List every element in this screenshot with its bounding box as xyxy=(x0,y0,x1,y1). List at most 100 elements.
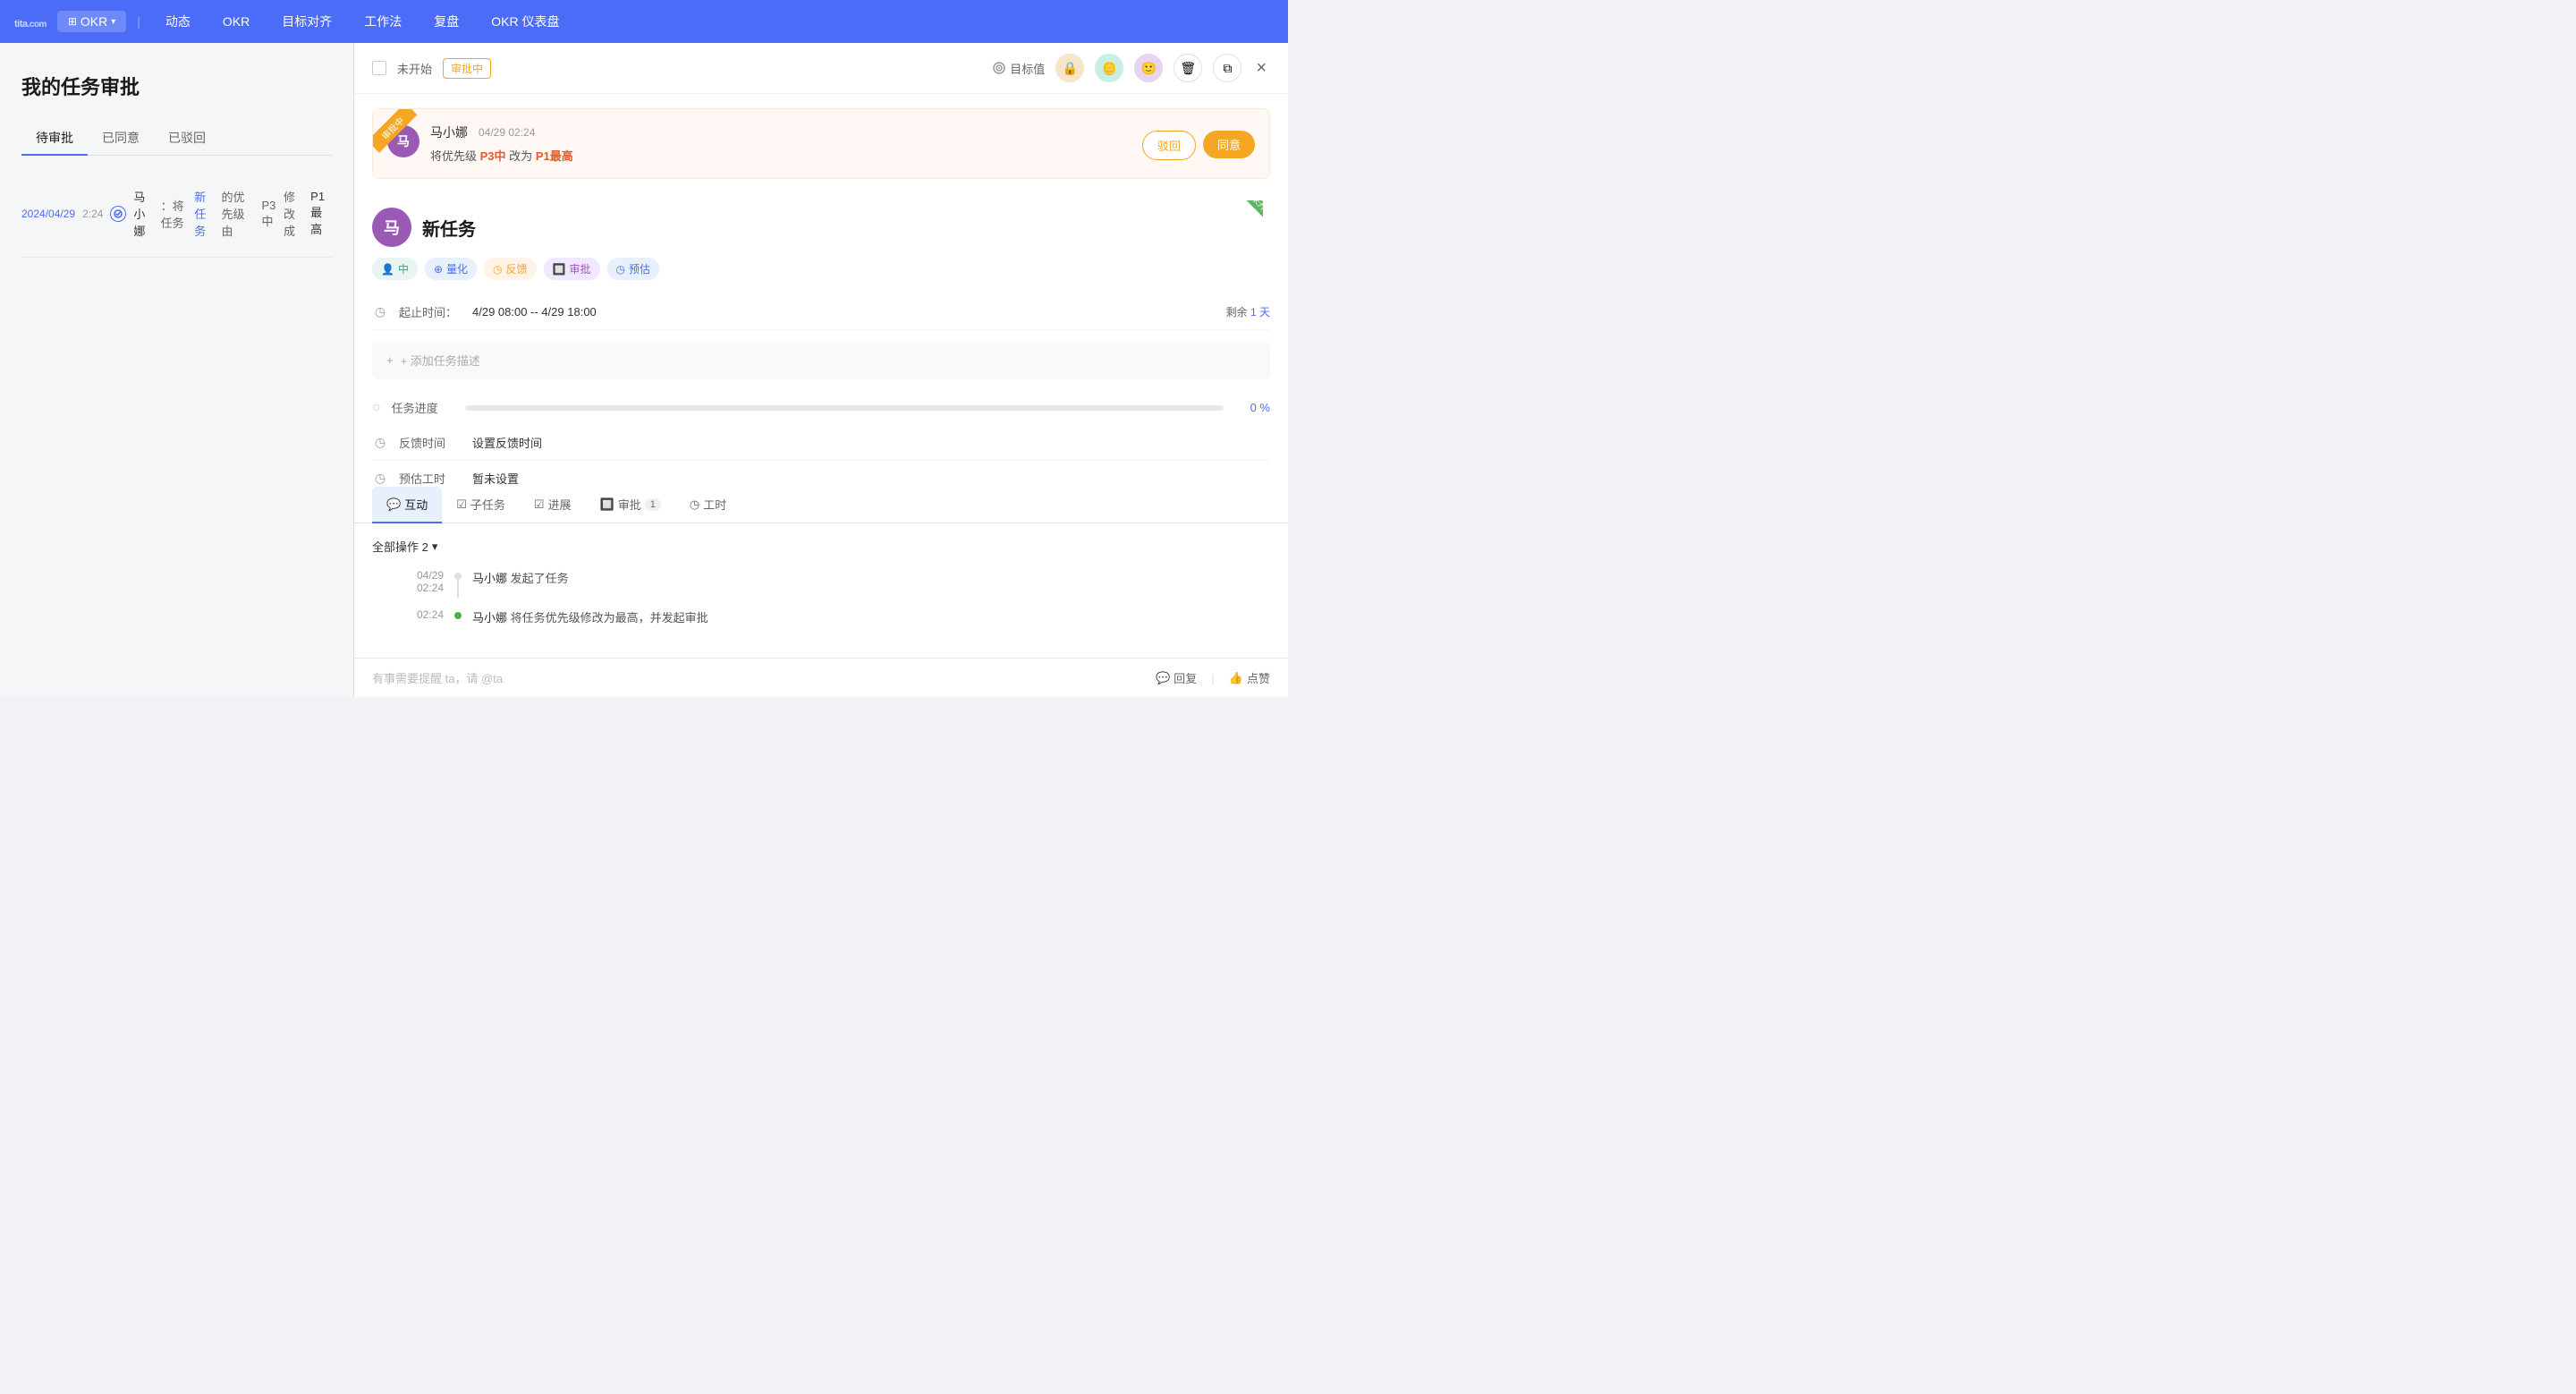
tab-rejected[interactable]: 已驳回 xyxy=(154,122,220,156)
chat-icon: 💬 xyxy=(386,497,401,512)
btab-interaction[interactable]: 💬 互动 xyxy=(372,487,442,523)
approve-button[interactable]: 同意 xyxy=(1203,131,1255,158)
progress-row: ○ 任务进度 0 % xyxy=(372,390,1270,425)
nav-item-okr[interactable]: OKR xyxy=(208,11,264,32)
reply-button[interactable]: 💬 回复 xyxy=(1156,669,1197,686)
estimate-label: 预估工时 xyxy=(399,470,462,487)
time-value[interactable]: 4/29 08:00 -- 4/29 18:00 xyxy=(472,305,597,319)
log-date-2: 02:24 xyxy=(372,608,444,633)
progress-icon: ○ xyxy=(372,400,381,416)
status-badge-review: 审批中 xyxy=(443,58,491,79)
tag-feedback[interactable]: ◷ 反馈 xyxy=(484,258,537,280)
activity-status-icon xyxy=(110,206,126,222)
log-dot-2 xyxy=(454,612,462,619)
nav-item-dashboard[interactable]: OKR 仪表盘 xyxy=(477,9,573,34)
activity-from: P3中 xyxy=(261,199,275,229)
feedback-label: 反馈时间 xyxy=(399,434,462,451)
task-detail: 马 新任务 未开始 👤 中 ⊕ 量化 ◷ 反馈 xyxy=(354,193,1288,487)
status-not-started-label: 未开始 xyxy=(397,60,432,77)
nav-item-review[interactable]: 复盘 xyxy=(419,9,473,34)
tag-estimate[interactable]: ◷ 预估 xyxy=(607,258,660,280)
tag-feedback-icon: ◷ xyxy=(493,263,502,276)
review-actions: 驳回 同意 xyxy=(1142,131,1255,160)
progress-bar-background[interactable] xyxy=(465,405,1224,411)
like-icon: 👍 xyxy=(1229,671,1243,685)
header: tita.com ⊞ OKR ▾ | 动态 OKR 目标对齐 工作法 复盘 OK… xyxy=(0,0,1288,43)
approval-count-badge: 1 xyxy=(645,498,661,511)
plus-icon: + xyxy=(386,353,394,367)
subtask-icon: ☑ xyxy=(456,497,467,512)
review-banner: 审批中 xyxy=(373,109,419,156)
task-header: 马 新任务 未开始 xyxy=(372,193,1270,258)
review-content: 马小娜 04/29 02:24 将优先级 P3中 改为 P1最高 xyxy=(430,123,1142,164)
log-dot-col-2 xyxy=(454,608,462,633)
copy-button[interactable]: ⧉ xyxy=(1213,54,1241,82)
btab-approval[interactable]: 🔲 审批 1 xyxy=(586,487,675,523)
toolbar: 目标值 🔒 🪙 🙂 🗑 ⧉ × xyxy=(992,54,1270,82)
time-label: 起止时间： xyxy=(399,303,462,320)
feedback-value[interactable]: 设置反馈时间 xyxy=(472,434,542,451)
clock-icon: ◷ xyxy=(372,304,388,320)
estimate-value[interactable]: 暂未设置 xyxy=(472,470,519,487)
activity-task-link[interactable]: 新任务 xyxy=(194,188,214,239)
like-button[interactable]: 👍 点赞 xyxy=(1229,669,1270,686)
review-card: 审批中 马 马小娜 04/29 02:24 将优先级 P3中 改为 P1最高 驳… xyxy=(372,108,1270,179)
activity-to: P1最高 xyxy=(310,190,332,237)
log-date-1: 04/29 02:24 xyxy=(372,569,444,598)
nav-item-alignment[interactable]: 目标对齐 xyxy=(267,9,346,34)
okr-dropdown-button[interactable]: ⊞ OKR ▾ xyxy=(57,11,126,32)
logo: tita.com xyxy=(14,12,47,32)
all-operations-toggle[interactable]: 全部操作 2 ▾ xyxy=(372,538,1270,555)
btab-subtask[interactable]: ☑ 子任务 xyxy=(442,487,520,523)
coin-button[interactable]: 🪙 xyxy=(1095,54,1123,82)
tab-bar: 待审批 已同意 已驳回 xyxy=(21,122,332,156)
close-button[interactable]: × xyxy=(1252,55,1270,82)
task-tags: 👤 中 ⊕ 量化 ◷ 反馈 🔲 审批 ◷ 预估 xyxy=(372,258,1270,280)
target-value-label[interactable]: 目标值 xyxy=(992,60,1045,77)
trash-button[interactable]: 🗑 xyxy=(1174,54,1202,82)
tab-approved[interactable]: 已同意 xyxy=(88,122,154,156)
task-title: 新任务 xyxy=(422,215,476,241)
activity-date: 2024/04/29 xyxy=(21,208,75,220)
review-meta: 马小娜 04/29 02:24 xyxy=(430,123,1142,141)
bottom-actions: 💬 回复 | 👍 点赞 xyxy=(1156,669,1270,686)
btab-progress[interactable]: ☑ 进展 xyxy=(520,487,586,523)
add-description-button[interactable]: + + 添加任务描述 xyxy=(372,341,1270,379)
comment-input[interactable]: 有事需要提醒 ta，请 @ta xyxy=(372,669,1156,686)
btab-workhours[interactable]: ◷ 工时 xyxy=(675,487,741,523)
feedback-clock-icon: ◷ xyxy=(372,435,388,451)
feedback-row: ◷ 反馈时间 设置反馈时间 xyxy=(372,425,1270,461)
status-area: 未开始 审批中 xyxy=(372,58,491,79)
face-button[interactable]: 🙂 xyxy=(1134,54,1163,82)
tag-quantify-icon: ⊕ xyxy=(434,263,443,276)
tag-quantify[interactable]: ⊕ 量化 xyxy=(425,258,477,280)
lock-button[interactable]: 🔒 xyxy=(1055,54,1084,82)
activity-change-mid: 修改成 xyxy=(284,188,303,239)
workhours-icon: ◷ xyxy=(690,497,699,512)
bottom-divider: | xyxy=(1211,671,1215,685)
right-panel: 未开始 审批中 目标值 🔒 🪙 🙂 🗑 ⧉ × 审批中 马 xyxy=(353,43,1288,697)
tag-review-icon: 🔲 xyxy=(553,263,566,276)
status-checkbox[interactable] xyxy=(372,61,386,75)
task-avatar: 马 xyxy=(372,208,411,247)
remaining-value: 剩余 1 天 xyxy=(1226,304,1270,319)
nav-item-workmethod[interactable]: 工作法 xyxy=(350,9,416,34)
log-dot-1 xyxy=(454,573,462,580)
activity-row[interactable]: 2024/04/29 2:24 马小娜 ：将任务 新任务 的优先级由 P3中 修… xyxy=(21,177,332,250)
tag-review[interactable]: 🔲 审批 xyxy=(544,258,600,280)
nav-item-activity[interactable]: 动态 xyxy=(151,9,205,34)
log-content-1: 马小娜 发起了任务 xyxy=(472,569,1270,598)
divider xyxy=(21,257,332,258)
left-panel: 我的任务审批 待审批 已同意 已驳回 2024/04/29 2:24 马小娜 ：… xyxy=(0,43,353,697)
nav-separator: | xyxy=(137,14,140,29)
tag-estimate-icon: ◷ xyxy=(616,263,625,276)
reject-button[interactable]: 驳回 xyxy=(1142,131,1196,160)
estimate-clock-icon: ◷ xyxy=(372,471,388,487)
activity-time: 2:24 xyxy=(82,208,103,220)
time-row: ◷ 起止时间： 4/29 08:00 -- 4/29 18:00 剩余 1 天 xyxy=(372,294,1270,330)
target-icon xyxy=(992,61,1006,75)
tab-pending[interactable]: 待审批 xyxy=(21,122,88,156)
tag-priority[interactable]: 👤 中 xyxy=(372,258,418,280)
log-content-2: 马小娜 将任务优先级修改为最高，并发起审批 xyxy=(472,608,1270,633)
tag-priority-icon: 👤 xyxy=(381,263,394,276)
